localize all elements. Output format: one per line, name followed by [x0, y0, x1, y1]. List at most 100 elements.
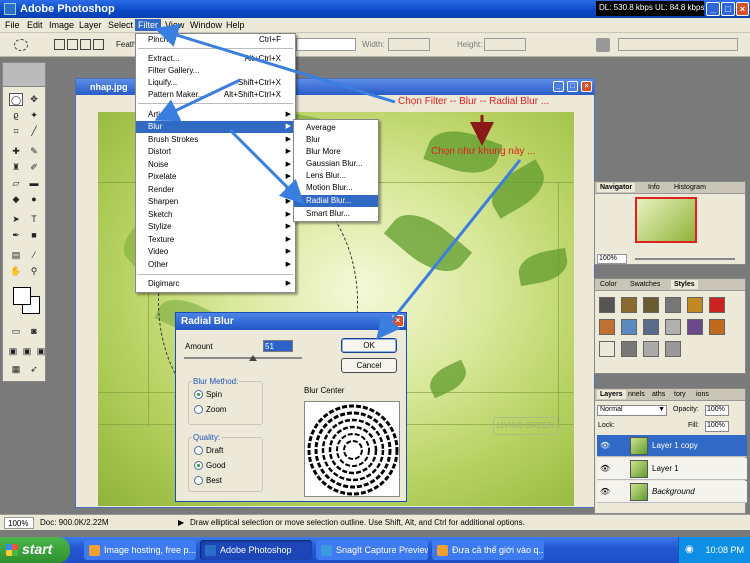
- filter-item-pixelate[interactable]: Pixelate ▶: [136, 171, 295, 183]
- style-swatch[interactable]: [599, 319, 615, 335]
- new-selection-icon[interactable]: [54, 39, 65, 50]
- tab-histogram[interactable]: Histogram: [671, 183, 709, 192]
- filter-item-stylize[interactable]: Stylize ▶: [136, 221, 295, 233]
- tab-paths[interactable]: aths: [649, 390, 668, 399]
- hand-tool-icon[interactable]: ✋: [9, 265, 23, 278]
- slice-tool-icon[interactable]: ╱: [27, 125, 41, 138]
- filter-item-gallery[interactable]: Filter Gallery...: [136, 65, 295, 77]
- layer-row[interactable]: 👁 Background: [597, 481, 747, 503]
- menu-filter[interactable]: Filter: [135, 19, 161, 31]
- tab-layers[interactable]: Layers: [597, 390, 626, 399]
- spin-radio[interactable]: [194, 390, 203, 399]
- maximize-button[interactable]: □: [721, 2, 735, 16]
- blur-item-radial[interactable]: Radial Blur...: [294, 195, 378, 207]
- menu-window[interactable]: Window: [187, 19, 225, 31]
- style-swatch[interactable]: [709, 297, 725, 313]
- menu-help[interactable]: Help: [223, 19, 248, 31]
- tab-color[interactable]: Color: [597, 280, 620, 289]
- doc-maximize-button[interactable]: □: [567, 81, 578, 92]
- lasso-tool-icon[interactable]: ϱ: [9, 109, 23, 122]
- filter-item-texture[interactable]: Texture ▶: [136, 234, 295, 246]
- filter-item-brush-strokes[interactable]: Brush Strokes ▶: [136, 134, 295, 146]
- style-swatch[interactable]: [599, 297, 615, 313]
- blur-item-lens[interactable]: Lens Blur...: [294, 170, 378, 182]
- task-photoshop[interactable]: Adobe Photoshop: [200, 540, 312, 560]
- screen-mode-standard-icon[interactable]: ▣: [6, 345, 20, 358]
- height-field[interactable]: [484, 38, 526, 51]
- good-radio[interactable]: [194, 461, 203, 470]
- brush-tool-icon[interactable]: ✎: [27, 145, 41, 158]
- menu-select[interactable]: Select: [105, 19, 136, 31]
- dodge-tool-icon[interactable]: ●: [27, 193, 41, 206]
- menu-file[interactable]: File: [2, 19, 23, 31]
- tab-channels[interactable]: nnels: [625, 390, 648, 399]
- magic-wand-icon[interactable]: ✦: [27, 109, 41, 122]
- style-swatch[interactable]: [687, 297, 703, 313]
- filter-item-noise[interactable]: Noise ▶: [136, 159, 295, 171]
- screen-mode-full-icon[interactable]: ▣: [34, 345, 48, 358]
- filter-item-digimarc[interactable]: Digimarc ▶: [136, 278, 295, 290]
- shape-tool-icon[interactable]: ■: [27, 229, 41, 242]
- tab-navigator[interactable]: Navigator: [597, 183, 636, 192]
- best-radio[interactable]: [194, 476, 203, 485]
- style-swatch[interactable]: [665, 319, 681, 335]
- status-zoom[interactable]: 100%: [4, 517, 34, 529]
- image-ready-icon[interactable]: ▦: [9, 363, 23, 376]
- task-snagit[interactable]: SnagIt Capture Preview: [316, 540, 428, 560]
- amount-input[interactable]: [263, 340, 293, 352]
- subtract-selection-icon[interactable]: [80, 39, 91, 50]
- layer-row[interactable]: 👁 Layer 1 copy: [597, 435, 747, 457]
- marquee-tool-icon[interactable]: ◯: [9, 93, 23, 106]
- style-swatch[interactable]: [643, 297, 659, 313]
- move-tool-icon[interactable]: ✥: [27, 93, 41, 106]
- zoom-radio[interactable]: [194, 405, 203, 414]
- width-field[interactable]: [388, 38, 430, 51]
- layer-row[interactable]: 👁 Layer 1: [597, 458, 747, 480]
- blur-item-motion[interactable]: Motion Blur...: [294, 182, 378, 194]
- filter-item-sharpen[interactable]: Sharpen ▶: [136, 196, 295, 208]
- navigator-zoom-field[interactable]: 100%: [597, 254, 627, 264]
- filter-item-render[interactable]: Render ▶: [136, 184, 295, 196]
- doc-minimize-button[interactable]: _: [553, 81, 564, 92]
- dialog-close-button[interactable]: ×: [392, 315, 404, 327]
- history-brush-icon[interactable]: ✐: [27, 161, 41, 174]
- style-swatch[interactable]: [665, 297, 681, 313]
- jump-to-icon[interactable]: ➶: [27, 363, 41, 376]
- eyedropper-icon[interactable]: ⁄: [27, 249, 41, 262]
- filter-item-artistic[interactable]: Artistic ▶: [136, 109, 295, 121]
- healing-brush-icon[interactable]: ✚: [9, 145, 23, 158]
- task-browser-2[interactable]: Đưa cả thế giới vào q...: [432, 540, 544, 560]
- eye-icon[interactable]: 👁: [600, 487, 610, 496]
- network-tray-icon[interactable]: ◉: [685, 544, 694, 555]
- tab-styles[interactable]: Styles: [671, 280, 698, 289]
- blur-center-preview[interactable]: [304, 401, 400, 497]
- blur-item-blur[interactable]: Blur: [294, 134, 378, 146]
- style-swatch[interactable]: [643, 319, 659, 335]
- opacity-field[interactable]: 100%: [705, 405, 729, 416]
- style-swatch[interactable]: [709, 319, 725, 335]
- intersect-selection-icon[interactable]: [93, 39, 104, 50]
- style-select[interactable]: [296, 38, 356, 51]
- menu-view[interactable]: View: [162, 19, 187, 31]
- style-swatch[interactable]: [687, 319, 703, 335]
- eye-icon[interactable]: 👁: [600, 464, 610, 473]
- style-swatch[interactable]: [621, 319, 637, 335]
- style-swatch[interactable]: [665, 341, 681, 357]
- blur-item-smart[interactable]: Smart Blur...: [294, 208, 378, 220]
- filter-item-other[interactable]: Other ▶: [136, 259, 295, 271]
- marquee-preset-icon[interactable]: [14, 39, 28, 51]
- style-swatch[interactable]: [621, 341, 637, 357]
- ok-button[interactable]: OK: [341, 338, 397, 353]
- navigator-zoom-slider[interactable]: [635, 258, 735, 260]
- amount-slider-thumb[interactable]: [249, 355, 257, 361]
- blur-tool-icon[interactable]: ◆: [9, 193, 23, 206]
- doc-close-button[interactable]: ×: [581, 81, 592, 92]
- menu-layer[interactable]: Layer: [76, 19, 105, 31]
- filter-item-distort[interactable]: Distort ▶: [136, 146, 295, 158]
- palette-well-icon[interactable]: [596, 38, 610, 52]
- gradient-tool-icon[interactable]: ▬: [27, 177, 41, 190]
- notes-tool-icon[interactable]: ▤: [9, 249, 23, 262]
- task-browser[interactable]: Image hosting, free p...: [84, 540, 196, 560]
- tab-history[interactable]: tory: [671, 390, 689, 399]
- blend-mode-select[interactable]: Normal ▼: [597, 405, 667, 416]
